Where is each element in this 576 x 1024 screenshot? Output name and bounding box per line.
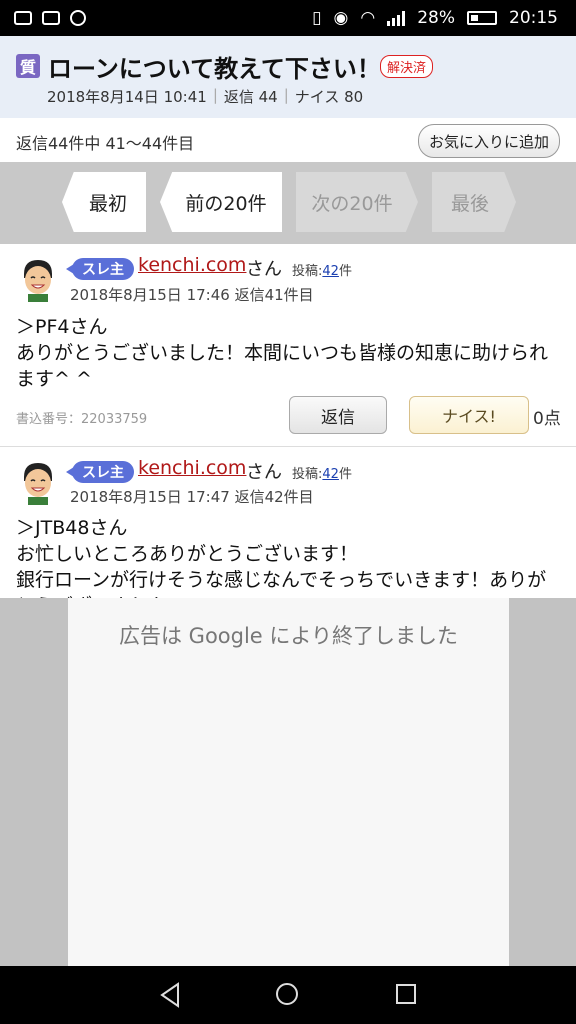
post-count-link[interactable]: 42: [322, 467, 339, 482]
post-body: ＞JTB48さん お忙しいところありがとうございます！ 銀行ローンが行けそうな感…: [16, 517, 547, 598]
avatar[interactable]: [16, 459, 60, 505]
ad-area: 広告は Google により終了しました: [0, 598, 576, 966]
post-item: スレ主 kenchi.com さん 投稿:42件 2018年8月15日 17:4…: [0, 447, 576, 598]
wifi-icon: ◠: [360, 8, 376, 28]
range-bar: 返信44件中 41〜44件目 お気に入りに追加: [0, 118, 576, 163]
back-icon[interactable]: [158, 982, 182, 1008]
thread-owner-tag: スレ主: [66, 258, 134, 280]
nice-button[interactable]: ナイス!: [409, 396, 529, 434]
ad-box: 広告は Google により終了しました: [68, 598, 509, 966]
activity-icon: [14, 11, 32, 25]
solved-badge: 解決済: [380, 55, 434, 78]
add-favorite-button[interactable]: お気に入りに追加: [417, 124, 560, 158]
nice-total: ナイス 80: [294, 88, 364, 106]
clock: 20:15: [509, 8, 558, 28]
home-icon[interactable]: [276, 983, 298, 1005]
thread-title: ローンについて教えて下さい！: [48, 55, 381, 83]
user-name-link[interactable]: kenchi.com: [138, 254, 246, 276]
thread-header: 質 ローンについて教えて下さい！ 解決済 2018年8月14日 10:41 | …: [0, 36, 576, 119]
eye-icon: ◉: [333, 8, 349, 28]
user-name-link[interactable]: kenchi.com: [138, 457, 246, 479]
ad-ended-text: 広告は Google により終了しました: [119, 624, 458, 648]
last-page-button: 最後: [432, 172, 516, 232]
post-count: 投稿:42件: [292, 264, 352, 279]
avatar[interactable]: [16, 256, 60, 302]
post-body: ＞PF4さん ありがとうございました！本間にいつも皆様の知恵に助けられます^ ^: [16, 316, 549, 390]
nice-count: 0点: [533, 409, 561, 429]
range-text: 返信44件中 41〜44件目: [16, 134, 195, 153]
thread-meta: 2018年8月14日 10:41 | 返信 44 | ナイス 80: [47, 86, 363, 107]
post-meta: 2018年8月15日 17:46 返信41件目: [70, 286, 314, 304]
signal-icon: [387, 10, 406, 26]
user-suffix: さん: [246, 462, 282, 483]
post-id: 書込番号：22033759: [16, 412, 148, 427]
user-suffix: さん: [246, 259, 282, 280]
separator: |: [212, 86, 218, 104]
navigation-bar: [0, 966, 576, 1024]
reply-count: 返信 44: [223, 88, 278, 106]
first-page-button[interactable]: 最初: [62, 172, 146, 232]
recent-apps-icon[interactable]: [396, 984, 416, 1004]
checkbox-icon: [42, 11, 60, 25]
reply-button[interactable]: 返信: [289, 396, 387, 434]
post-item: スレ主 kenchi.com さん 投稿:42件 2018年8月15日 17:4…: [0, 244, 576, 446]
next-page-button: 次の20件: [296, 172, 418, 232]
pager: 最初 前の20件 次の20件 最後: [0, 162, 576, 244]
status-bar: ▯ ◉ ◠ 28% 20:15: [0, 0, 576, 36]
thread-owner-tag: スレ主: [66, 461, 134, 483]
battery-icon: [467, 11, 497, 25]
question-badge: 質: [16, 54, 40, 78]
thread-date: 2018年8月14日 10:41: [47, 88, 207, 106]
post-count: 投稿:42件: [292, 467, 352, 482]
post-count-link[interactable]: 42: [322, 264, 339, 279]
loading-icon: [70, 10, 86, 26]
separator: |: [283, 86, 289, 104]
battery-percent: 28%: [417, 8, 455, 28]
post-meta: 2018年8月15日 17:47 返信42件目: [70, 488, 314, 506]
prev-page-button[interactable]: 前の20件: [160, 172, 282, 232]
vibrate-icon: ▯: [312, 8, 322, 28]
